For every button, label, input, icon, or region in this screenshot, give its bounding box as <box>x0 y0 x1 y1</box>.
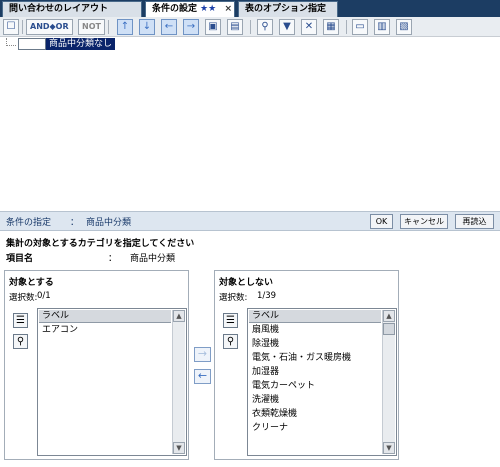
new-condition-icon[interactable]: ▣ <box>205 19 221 35</box>
and-or-button[interactable]: AND◆OR <box>26 19 73 35</box>
tab-query-layout[interactable]: 問い合わせのレイアウト <box>2 1 142 17</box>
search-list-icon[interactable]: ⚲ <box>13 334 28 349</box>
scrollbar[interactable]: ▲ ▼ <box>172 310 185 454</box>
list-item[interactable]: 扇風機 <box>252 324 279 337</box>
ok-button[interactable]: OK <box>370 214 393 229</box>
scrollbar[interactable]: ▲ ▼ <box>382 310 395 454</box>
filter-icon[interactable]: ▼ <box>279 19 295 35</box>
list-header[interactable]: ラベル <box>249 310 381 323</box>
include-panel: 対象とする 選択数: 0/1 ☰ ⚲ ラベル エアコン ▲ ▼ <box>4 270 189 460</box>
instruction-text: 集計の対象とするカテゴリを指定してください <box>6 239 195 249</box>
item-name-separator: ： <box>108 254 118 264</box>
exclude-list[interactable]: ラベル 扇風機 除湿機 電気・石油・ガス暖房機 加湿器 電気カーペット 洗濯機 … <box>247 308 397 456</box>
list-item[interactable]: 電気カーペット <box>252 380 315 393</box>
reload-button[interactable]: 再読込 <box>455 214 494 229</box>
condition-title: 条件の指定 <box>6 218 52 228</box>
item-name-label: 項目名 <box>6 254 34 264</box>
list-view-icon[interactable]: ☰ <box>13 313 28 328</box>
move-up-icon[interactable]: ↑ <box>117 19 133 35</box>
scroll-down-icon[interactable]: ▼ <box>173 442 185 454</box>
delete-condition-icon[interactable]: ▤ <box>227 19 243 35</box>
exclude-count-value: 1/39 <box>257 291 277 301</box>
select-all-icon[interactable]: ☐ <box>3 19 19 35</box>
list-header[interactable]: ラベル <box>39 310 171 323</box>
exclude-panel-title: 対象としない <box>219 278 274 288</box>
tab-table-options[interactable]: 表のオプション指定 <box>238 1 338 17</box>
list-item[interactable]: 加湿器 <box>252 366 279 379</box>
tree-node-selected[interactable]: 商品中分類なし <box>46 38 116 50</box>
exclude-panel: 対象としない 選択数: 1/39 ☰ ⚲ ラベル 扇風機 除湿機 電気・石油・ガ… <box>214 270 399 460</box>
list-item[interactable]: エアコン <box>42 324 78 337</box>
settings-icon[interactable]: ▧ <box>396 19 412 35</box>
scroll-up-icon[interactable]: ▲ <box>383 310 395 322</box>
properties-icon[interactable]: ▦ <box>323 19 339 35</box>
condition-value: 商品中分類 <box>86 218 132 228</box>
tab-condition-settings[interactable]: 条件の設定 ★★ × <box>145 1 235 18</box>
move-right-icon[interactable]: → <box>183 19 199 35</box>
import-icon[interactable]: ▥ <box>374 19 390 35</box>
scroll-up-icon[interactable]: ▲ <box>173 310 185 322</box>
scroll-thumb[interactable] <box>383 323 395 335</box>
tab-bar: 問い合わせのレイアウト 条件の設定 ★★ × 表のオプション指定 <box>0 0 500 18</box>
tab-label: 条件の設定 <box>152 4 198 14</box>
modified-star-icon: ★★ <box>200 4 217 14</box>
tree-node-checkbox[interactable] <box>18 38 46 50</box>
toolbar-separator <box>250 20 251 34</box>
tab-label: 表のオプション指定 <box>245 4 327 14</box>
toolbar-separator <box>108 20 109 34</box>
toolbar-separator <box>22 20 23 34</box>
move-right-button[interactable]: → <box>194 347 211 362</box>
include-panel-title: 対象とする <box>9 278 54 288</box>
search-list-icon[interactable]: ⚲ <box>223 334 238 349</box>
search-icon[interactable]: ⚲ <box>257 19 273 35</box>
list-item[interactable]: 衣類乾燥機 <box>252 408 297 421</box>
item-name-value: 商品中分類 <box>130 254 176 264</box>
move-left-icon[interactable]: ← <box>161 19 177 35</box>
condition-tree <box>0 37 500 207</box>
list-item[interactable]: クリーナ <box>252 422 288 435</box>
include-list[interactable]: ラベル エアコン ▲ ▼ <box>37 308 187 456</box>
list-item[interactable]: 除湿機 <box>252 338 279 351</box>
cancel-button[interactable]: キャンセル <box>400 214 448 229</box>
tab-label: 問い合わせのレイアウト <box>9 4 109 14</box>
clear-filter-icon[interactable]: ✕ <box>301 19 317 35</box>
toolbar: ☐ AND◆OR NOT ↑ ↓ ← → ▣ ▤ ⚲ ▼ ✕ ▦ ▭ ▥ ▧ <box>0 17 500 37</box>
list-item[interactable]: 電気・石油・ガス暖房機 <box>252 352 351 365</box>
tree-connector <box>6 38 16 46</box>
scroll-down-icon[interactable]: ▼ <box>383 442 395 454</box>
export-icon[interactable]: ▭ <box>352 19 368 35</box>
condition-separator: ： <box>70 218 80 228</box>
list-view-icon[interactable]: ☰ <box>223 313 238 328</box>
tab-close-icon[interactable]: × <box>224 2 232 17</box>
list-item[interactable]: 洗濯機 <box>252 394 279 407</box>
move-left-button[interactable]: ← <box>194 369 211 384</box>
include-count-label: 選択数: <box>9 293 38 303</box>
not-button[interactable]: NOT <box>78 19 105 35</box>
exclude-count-label: 選択数: <box>219 293 248 303</box>
include-count-value: 0/1 <box>37 291 51 301</box>
move-down-icon[interactable]: ↓ <box>139 19 155 35</box>
toolbar-separator <box>346 20 347 34</box>
